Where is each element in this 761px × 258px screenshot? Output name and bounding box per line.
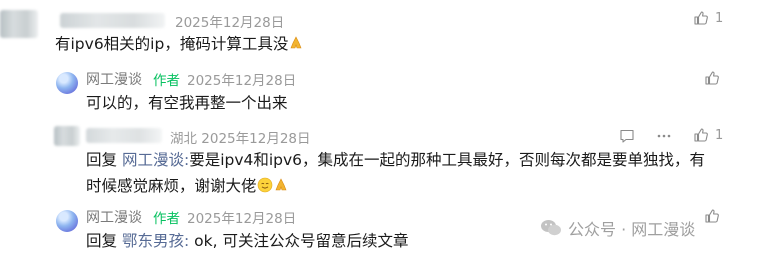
comment-text-line-2: 时候感觉麻烦，谢谢大佬 [86, 174, 289, 199]
reply-prefix: 回复 [86, 151, 118, 169]
comment-meta: 2025年12月28日 [175, 15, 285, 31]
reply-text: 可以的，有空我再整一个出来 [86, 94, 288, 112]
author-name: 网工漫谈 [86, 210, 142, 226]
pray-emoji-icon [275, 178, 286, 191]
author-name: 网工漫谈 [86, 72, 142, 88]
watermark-text: 公众号 · 网工漫谈 [568, 220, 696, 239]
username-blurred [60, 13, 165, 28]
pray-emoji-icon [290, 36, 302, 49]
more-options-button[interactable] [654, 127, 674, 145]
author-badge: 作者 [153, 211, 180, 227]
user-avatar-blurred [54, 126, 80, 146]
thumbs-up-icon [694, 11, 708, 25]
like-button[interactable]: 1 [693, 10, 723, 26]
like-button[interactable] [703, 69, 721, 87]
like-button[interactable] [703, 207, 721, 225]
reply-button[interactable] [618, 127, 636, 145]
like-count: 1 [715, 127, 724, 143]
wechat-icon [541, 220, 561, 236]
comment-text-line-1: 回复 网工漫谈:要是ipv4和ipv6，集成在一起的那种工具最好，否则每次都是要… [86, 151, 706, 169]
reply-to-user-link[interactable]: 鄂东男孩: [122, 232, 189, 250]
reply-text: 回复 鄂东男孩: ok, 可关注公众号留意后续文章 [86, 232, 409, 250]
watermark: 公众号 · 网工漫谈 [540, 216, 695, 240]
user-avatar-blurred [0, 10, 38, 38]
comment-text: 有ipv6相关的ip，掩码计算工具没 [55, 32, 304, 57]
thumbs-up-icon [705, 71, 719, 85]
reply-prefix: 回复 [86, 232, 118, 250]
author-avatar [56, 72, 78, 94]
more-dots-icon [657, 134, 671, 138]
like-count: 1 [715, 10, 724, 26]
thumbs-up-icon [694, 128, 708, 142]
reply-meta: 2025年12月28日 [187, 73, 297, 89]
reply-meta: 2025年12月28日 [187, 211, 297, 227]
reply-to-user-link[interactable]: 网工漫谈: [122, 151, 189, 169]
thumbs-up-icon [705, 209, 719, 223]
like-button[interactable]: 1 [693, 127, 723, 143]
comment-meta: 湖北 2025年12月28日 [170, 131, 311, 147]
author-badge: 作者 [153, 73, 180, 89]
author-avatar [56, 210, 78, 232]
username-blurred [86, 128, 162, 143]
comment-bubble-icon [620, 129, 634, 143]
smile-emoji-icon [257, 177, 272, 193]
